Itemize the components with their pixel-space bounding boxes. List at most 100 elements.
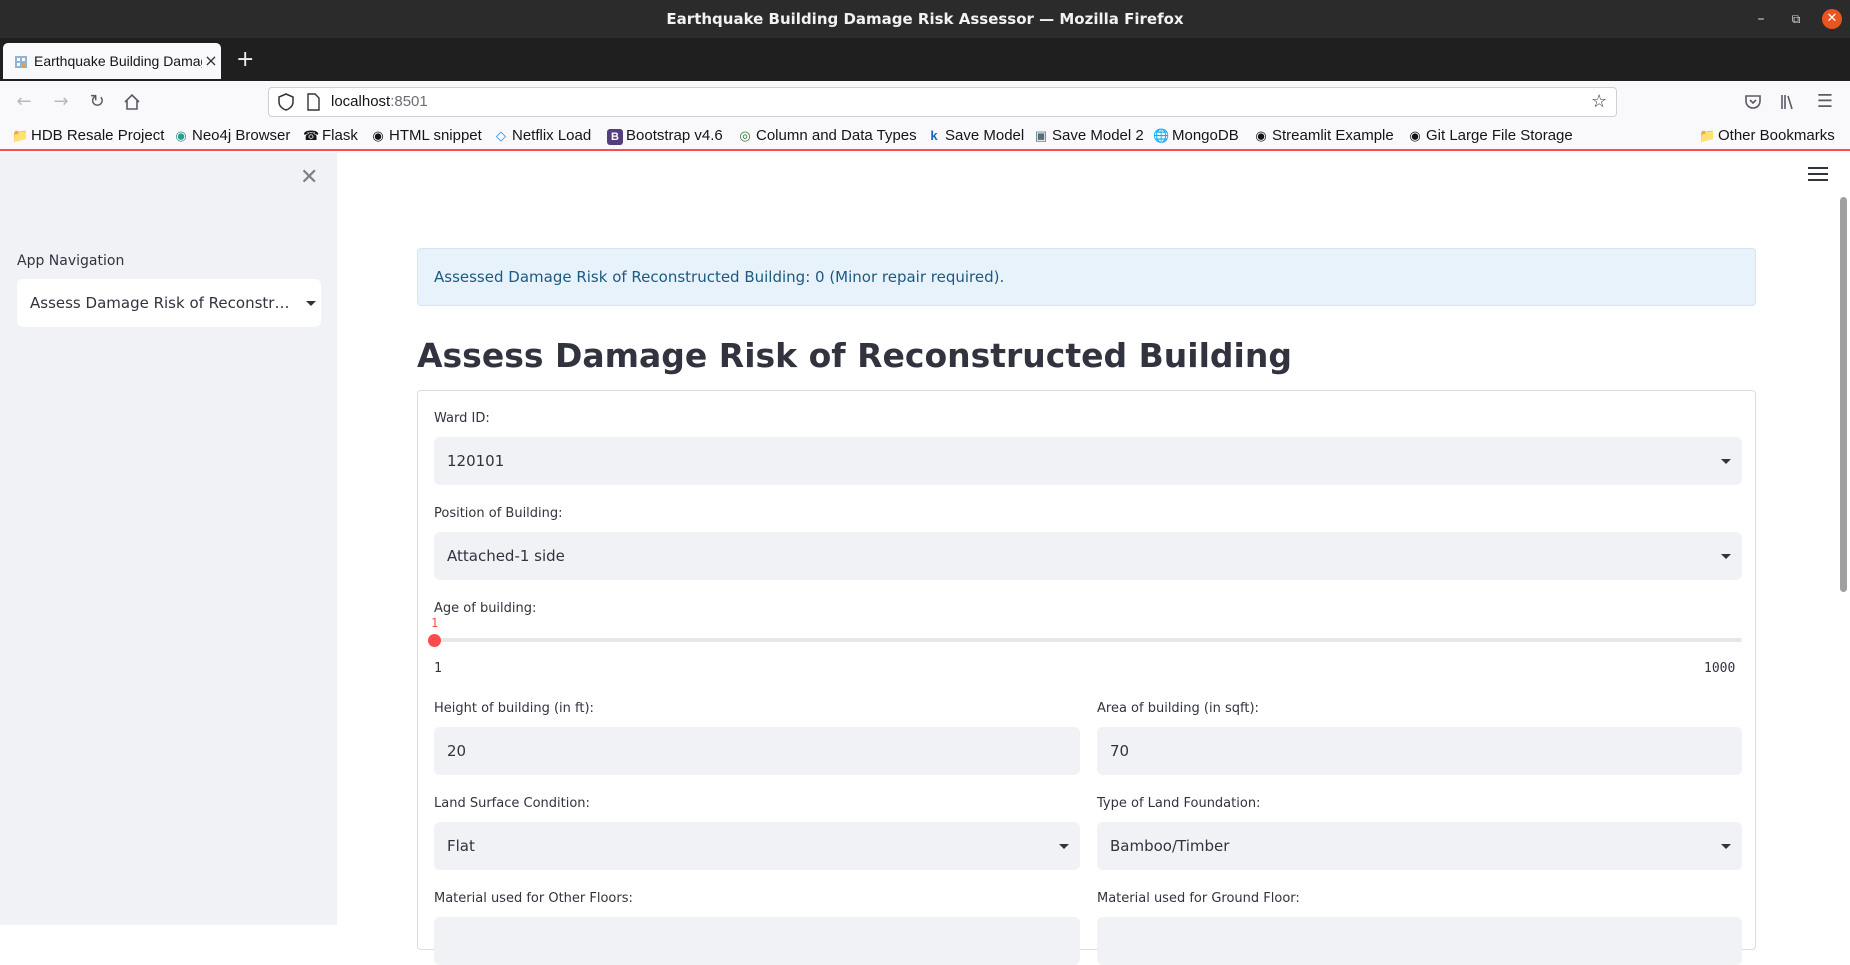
- bookmark-label: HDB Resale Project: [31, 127, 165, 144]
- bookmark-label: Bootstrap v4.6: [626, 127, 723, 144]
- ground-floor-label: Material used for Ground Floor:: [1097, 891, 1300, 906]
- minimize-icon[interactable]: –: [1751, 9, 1771, 29]
- scrollbar[interactable]: [1840, 197, 1847, 592]
- ward-id-label: Ward ID:: [434, 411, 490, 426]
- bookmark-hdb-resale[interactable]: 📁 HDB Resale Project: [12, 125, 164, 147]
- land-surface-label: Land Surface Condition:: [434, 796, 590, 811]
- bookmark-label: Git Large File Storage: [1426, 127, 1573, 144]
- github-icon: ◉: [1255, 128, 1267, 143]
- url-text[interactable]: localhost:8501: [331, 88, 428, 116]
- hamburger-menu-icon[interactable]: [1808, 167, 1828, 183]
- bookmark-label: HTML snippet: [389, 127, 482, 144]
- url-port: :8501: [390, 93, 428, 110]
- ward-id-value: 120101: [447, 452, 505, 470]
- sidebar: ✕ App Navigation Assess Damage Risk of R…: [0, 153, 337, 925]
- bookmark-bootstrap[interactable]: B Bootstrap v4.6: [607, 125, 723, 147]
- bookmark-label: Column and Data Types: [756, 127, 917, 144]
- result-alert-text: Assessed Damage Risk of Reconstructed Bu…: [434, 268, 1005, 286]
- assessment-form: Ward ID: 120101 Position of Building: At…: [417, 390, 1756, 965]
- nav-toolbar: ← → ↻ localhost:8501 ☆ ☰: [0, 81, 1850, 123]
- chevron-down-icon: [1059, 844, 1069, 849]
- tab-close-icon[interactable]: ×: [203, 52, 219, 70]
- folder-icon: 📁: [1699, 128, 1716, 143]
- position-value: Attached-1 side: [447, 547, 565, 565]
- bookmark-mongodb[interactable]: 🌐 MongoDB: [1153, 125, 1239, 147]
- land-surface-select[interactable]: Flat: [434, 822, 1080, 870]
- app-menu-icon[interactable]: ☰: [1813, 90, 1837, 114]
- area-input[interactable]: [1097, 727, 1742, 775]
- chevron-down-icon: [1721, 459, 1731, 464]
- bookmark-streamlit-example[interactable]: ◉ Streamlit Example: [1253, 125, 1393, 147]
- bookmark-star-icon[interactable]: ☆: [1591, 91, 1607, 112]
- age-slider-value: 1: [431, 616, 439, 630]
- bookmark-label: Save Model: [945, 127, 1025, 144]
- bootstrap-icon: B: [607, 129, 623, 145]
- chevron-down-icon: [306, 301, 316, 306]
- foundation-value: Bamboo/Timber: [1110, 837, 1230, 855]
- bookmark-other-bookmarks[interactable]: 📁 Other Bookmarks: [1699, 125, 1835, 147]
- page-title: Assess Damage Risk of Reconstructed Buil…: [417, 336, 1292, 375]
- code-icon: ◇: [496, 128, 506, 143]
- bookmark-column-data-types[interactable]: ◎ Column and Data Types: [737, 125, 917, 147]
- height-input[interactable]: [434, 727, 1080, 775]
- tab-label: Earthquake Building Damage Risk Assessor: [34, 53, 202, 69]
- age-slider-thumb[interactable]: [428, 634, 441, 647]
- url-bar[interactable]: localhost:8501 ☆: [268, 87, 1617, 117]
- chevron-down-icon: [1721, 554, 1731, 559]
- image-icon: ▣: [1034, 128, 1048, 143]
- ground-floor-select[interactable]: [1097, 917, 1742, 965]
- home-icon[interactable]: [120, 90, 144, 114]
- tab-active[interactable]: Earthquake Building Damage Risk Assessor…: [3, 43, 221, 79]
- height-field[interactable]: [434, 727, 1080, 775]
- window-titlebar: Earthquake Building Damage Risk Assessor…: [0, 0, 1850, 38]
- bookmark-git-lfs[interactable]: ◉ Git Large File Storage: [1407, 125, 1573, 147]
- reload-icon[interactable]: ↻: [85, 90, 109, 114]
- app-navigation-value: Assess Damage Risk of Reconstructed Buil…: [30, 294, 292, 312]
- age-label: Age of building:: [434, 601, 537, 616]
- github-icon: ◉: [372, 128, 384, 143]
- age-slider-track[interactable]: [434, 638, 1742, 642]
- url-host: localhost: [331, 93, 391, 110]
- close-sidebar-icon[interactable]: ✕: [300, 167, 318, 189]
- height-label: Height of building (in ft):: [434, 701, 594, 716]
- back-icon[interactable]: ←: [12, 90, 36, 114]
- bookmark-save-model[interactable]: k Save Model: [926, 125, 1024, 147]
- forward-icon[interactable]: →: [49, 90, 73, 114]
- age-slider-min: 1: [434, 661, 442, 676]
- foundation-select[interactable]: Bamboo/Timber: [1097, 822, 1742, 870]
- other-floors-label: Material used for Other Floors:: [434, 891, 633, 906]
- bookmark-neo4j[interactable]: ◉ Neo4j Browser: [173, 125, 290, 147]
- new-tab-icon[interactable]: +: [236, 46, 254, 74]
- maximize-icon[interactable]: ⧉: [1786, 9, 1806, 29]
- close-window-icon[interactable]: ✕: [1822, 9, 1842, 29]
- bookmark-label: Save Model 2: [1052, 127, 1144, 144]
- position-select[interactable]: Attached-1 side: [434, 532, 1742, 580]
- neo4j-icon: ◉: [175, 128, 187, 143]
- bookmark-label: Netflix Load: [512, 127, 592, 144]
- page-icon[interactable]: [305, 93, 321, 111]
- bookmark-netflix-load[interactable]: ◇ Netflix Load: [493, 125, 591, 147]
- app-navigation-label: App Navigation: [17, 253, 125, 269]
- bookmark-label: Neo4j Browser: [192, 127, 291, 144]
- k-icon: k: [930, 128, 938, 143]
- library-icon[interactable]: [1776, 90, 1800, 114]
- area-label: Area of building (in sqft):: [1097, 701, 1259, 716]
- area-field[interactable]: [1097, 727, 1742, 775]
- chevron-down-icon: [1721, 844, 1731, 849]
- window-title: Earthquake Building Damage Risk Assessor…: [666, 10, 1184, 28]
- other-floors-select[interactable]: [434, 917, 1080, 965]
- bookmark-html-snippet[interactable]: ◉ HTML snippet: [370, 125, 482, 147]
- bookmark-label: Flask: [322, 127, 358, 144]
- shield-icon[interactable]: [277, 93, 295, 111]
- app-navigation-select[interactable]: Assess Damage Risk of Reconstructed Buil…: [17, 279, 321, 327]
- bookmark-save-model-2[interactable]: ▣ Save Model 2: [1033, 125, 1144, 147]
- age-slider-max: 1000: [1704, 661, 1736, 676]
- bookmark-flask[interactable]: ☎ Flask: [303, 125, 358, 147]
- ward-id-select[interactable]: 120101: [434, 437, 1742, 485]
- bookmark-label: Other Bookmarks: [1718, 127, 1835, 144]
- bookmarks-bar: 📁 HDB Resale Project ◉ Neo4j Browser ☎ Flas…: [0, 123, 1850, 151]
- flask-icon: ☎: [303, 128, 320, 143]
- pocket-icon[interactable]: [1741, 90, 1765, 114]
- result-alert: Assessed Damage Risk of Reconstructed Bu…: [417, 248, 1756, 306]
- github-icon: ◉: [1409, 128, 1421, 143]
